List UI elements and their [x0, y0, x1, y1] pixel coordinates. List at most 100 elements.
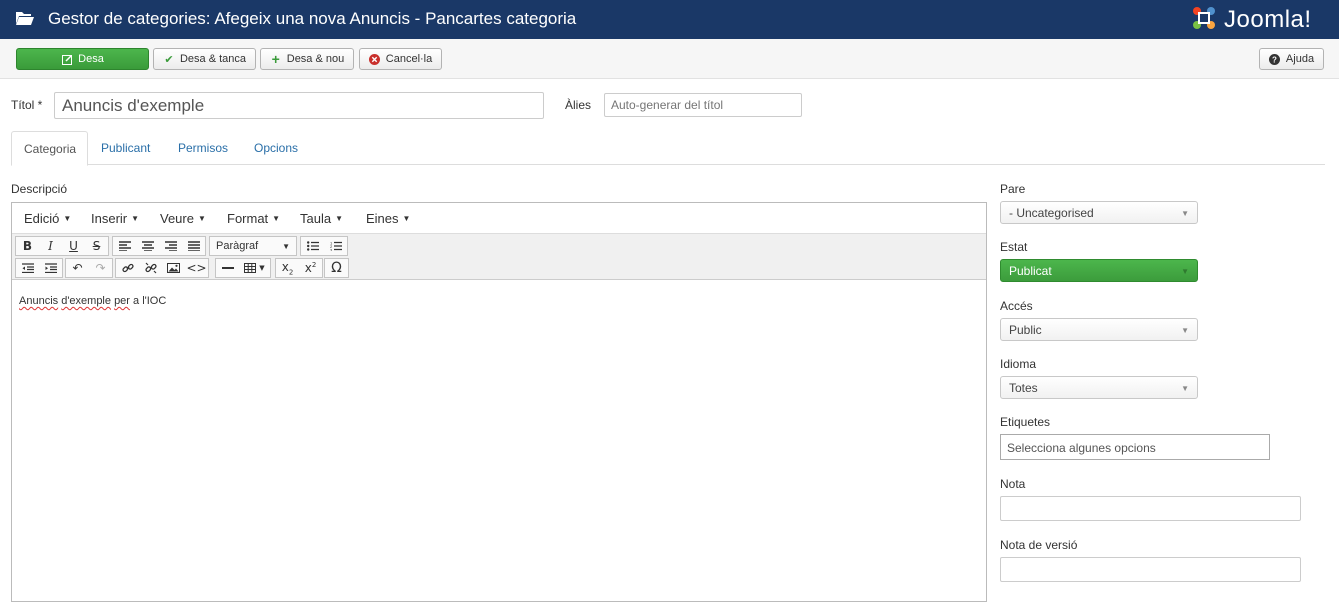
- editor-toolbar: B I U S Paràgraf ▼ 123 ↶ ↷ <> ▼ x2 x2 Ω: [12, 234, 986, 280]
- title-label: Títol *: [11, 98, 43, 112]
- save-new-button[interactable]: + Desa & nou: [260, 48, 354, 70]
- access-select-value: Public: [1009, 323, 1042, 337]
- tags-input[interactable]: Selecciona algunes opcions: [1000, 434, 1270, 460]
- cancel-circle-icon: [369, 53, 381, 65]
- menu-edit[interactable]: Edició ▼: [24, 211, 71, 226]
- image-icon[interactable]: [162, 259, 185, 277]
- save-new-button-label: Desa & nou: [286, 53, 345, 65]
- content-word: Anuncis: [19, 295, 59, 307]
- tags-label: Etiquetes: [1000, 415, 1051, 429]
- caret-down-icon: ▼: [1181, 267, 1189, 276]
- list-group: 123: [300, 236, 348, 256]
- access-select[interactable]: Public ▼: [1000, 318, 1198, 341]
- tab-permissions[interactable]: Permisos: [166, 131, 240, 165]
- indent-icon[interactable]: [39, 259, 62, 277]
- link-icon[interactable]: [116, 259, 139, 277]
- menu-insert[interactable]: Inserir ▼: [91, 211, 139, 226]
- status-select-value: Publicat: [1009, 264, 1052, 278]
- tab-category[interactable]: Categoria: [11, 131, 88, 166]
- bold-icon[interactable]: B: [16, 237, 39, 255]
- tab-publishing[interactable]: Publicant: [89, 131, 162, 165]
- language-select-value: Totes: [1009, 381, 1038, 395]
- chevron-down-icon: ▼: [197, 214, 206, 223]
- numbered-list-icon[interactable]: 123: [324, 237, 347, 255]
- page-title: Gestor de categories: Afegeix una nova A…: [48, 9, 577, 28]
- access-label: Accés: [1000, 299, 1033, 313]
- language-select[interactable]: Totes ▼: [1000, 376, 1198, 399]
- note-field[interactable]: [1000, 496, 1301, 521]
- insert-group: <>: [115, 258, 209, 278]
- joomla-logo-text: Joomla!: [1224, 6, 1312, 33]
- format-select-box: Paràgraf ▼: [210, 237, 296, 255]
- align-center-icon[interactable]: [136, 237, 159, 255]
- menu-format[interactable]: Format ▼: [227, 211, 280, 226]
- help-button-label: Ajuda: [1285, 53, 1315, 65]
- parent-select[interactable]: - Uncategorised ▼: [1000, 201, 1198, 224]
- question-circle-icon: ?: [1269, 53, 1281, 65]
- joomla-logo-icon: [1193, 7, 1215, 29]
- save-button-label: Desa: [78, 53, 104, 65]
- folder-open-icon: [16, 12, 34, 25]
- svg-text:?: ?: [1272, 55, 1277, 64]
- description-label: Descripció: [11, 182, 68, 196]
- language-label: Idioma: [1000, 357, 1037, 371]
- superscript-icon[interactable]: x2: [299, 259, 322, 277]
- menu-format-label: Format: [227, 211, 269, 226]
- menu-view-label: Veure: [160, 211, 194, 226]
- code-icon[interactable]: <>: [185, 259, 208, 277]
- parent-label: Pare: [1000, 182, 1026, 196]
- subscript-icon[interactable]: x2: [276, 259, 299, 277]
- save-close-button[interactable]: ✔ Desa & tanca: [153, 48, 256, 70]
- tab-bar: Categoria Publicant Permisos Opcions: [11, 131, 1325, 166]
- omega-icon[interactable]: Ω: [325, 259, 348, 277]
- align-left-icon[interactable]: [113, 237, 136, 255]
- undo-icon[interactable]: ↶: [66, 259, 89, 277]
- table-group: ▼: [215, 258, 271, 278]
- content-word: d'exemple: [61, 295, 111, 307]
- table-icon[interactable]: ▼: [239, 259, 270, 277]
- save-close-button-label: Desa & tanca: [179, 53, 247, 65]
- caret-down-icon: ▼: [1181, 384, 1189, 393]
- version-note-field[interactable]: [1000, 557, 1301, 582]
- toolbar: Desa ✔ Desa & tanca + Desa & nou Cancel·…: [0, 39, 1339, 79]
- indent-group: [15, 258, 63, 278]
- underline-icon[interactable]: U: [62, 237, 85, 255]
- horizontal-rule-icon[interactable]: [216, 259, 239, 277]
- alias-input[interactable]: [604, 93, 802, 117]
- parent-select-value: - Uncategorised: [1009, 206, 1094, 220]
- redo-icon[interactable]: ↷: [89, 259, 112, 277]
- unlink-icon[interactable]: [139, 259, 162, 277]
- format-select[interactable]: Paràgraf ▼: [209, 236, 297, 256]
- alias-label: Àlies: [565, 98, 592, 112]
- menu-tools[interactable]: Eines ▼: [366, 211, 410, 226]
- status-select[interactable]: Publicat ▼: [1000, 259, 1198, 282]
- script-group: x2 x2: [275, 258, 323, 278]
- text-style-group: B I U S: [15, 236, 109, 256]
- chevron-down-icon: ▼: [402, 214, 411, 223]
- title-input[interactable]: [54, 92, 544, 119]
- chevron-down-icon: ▼: [63, 214, 72, 223]
- italic-icon[interactable]: I: [39, 237, 62, 255]
- cancel-button[interactable]: Cancel·la: [359, 48, 442, 70]
- bullet-list-icon[interactable]: [301, 237, 324, 255]
- history-group: ↶ ↷: [65, 258, 113, 278]
- chevron-down-icon: ▼: [131, 214, 140, 223]
- menu-edit-label: Edició: [24, 211, 60, 226]
- strikethrough-icon[interactable]: S: [85, 237, 108, 255]
- menu-view[interactable]: Veure ▼: [160, 211, 206, 226]
- align-justify-icon[interactable]: [182, 237, 205, 255]
- editor-menubar: Edició ▼ Inserir ▼ Veure ▼ Format ▼ Taula ▼ E…: [12, 203, 986, 234]
- outdent-icon[interactable]: [16, 259, 39, 277]
- editor-content[interactable]: Anuncis d'exemple per a l'IOC: [19, 295, 166, 307]
- save-button[interactable]: Desa: [16, 48, 149, 70]
- help-button[interactable]: ? Ajuda: [1259, 48, 1324, 70]
- menu-tools-label: Eines: [366, 211, 399, 226]
- special-char-group: Ω: [324, 258, 349, 278]
- align-right-icon[interactable]: [159, 237, 182, 255]
- chevron-down-icon: ▼: [272, 214, 281, 223]
- joomla-logo: Joomla!: [1190, 4, 1330, 34]
- menu-table[interactable]: Taula ▼: [300, 211, 343, 226]
- menu-table-label: Taula: [300, 211, 332, 226]
- tab-options[interactable]: Opcions: [242, 131, 310, 165]
- caret-down-icon: ▼: [282, 241, 290, 251]
